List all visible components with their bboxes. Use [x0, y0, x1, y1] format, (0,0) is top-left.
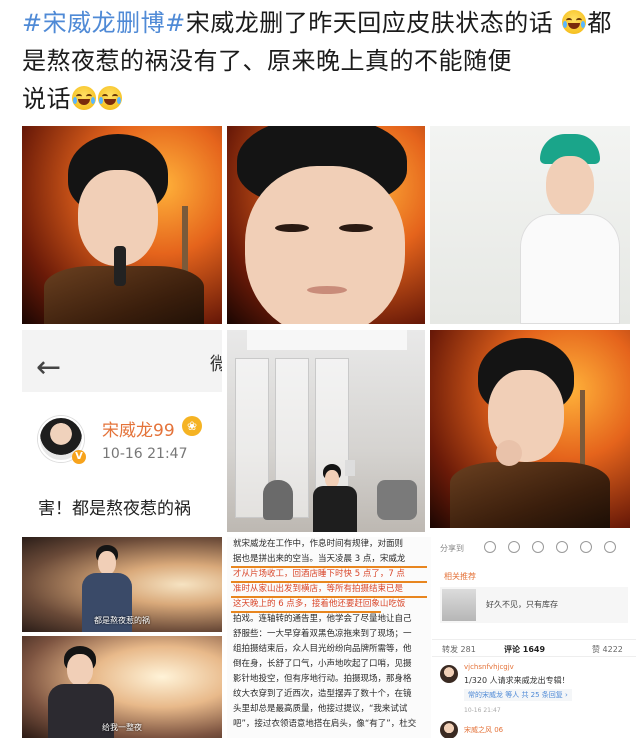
flower-badge-icon: ❀	[182, 416, 202, 436]
article-line: 拍戏。连轴转的通告里，他学会了尽量地让自己	[233, 614, 412, 624]
moments-icon[interactable]	[508, 541, 520, 553]
comment-username[interactable]: vjchsnfvhjcgjv	[464, 663, 514, 671]
article-line: 纹大衣穿到了近西次，造型摆弄了数十个，在镜	[233, 689, 412, 699]
tab-comments[interactable]: 评论 1649	[504, 644, 545, 655]
weibo-reply-panel: 分享到 相关推荐 好久不见，只有库存 转发 281 评论 1649 赞 4222…	[432, 533, 636, 738]
comment-replies-link[interactable]: 常的宋威龙 等人 共 25 条回复 ›	[464, 689, 572, 701]
laugh-cry-emoji-icon	[98, 86, 122, 110]
back-arrow-icon[interactable]: ←	[36, 350, 61, 385]
photo-concert-2[interactable]	[430, 330, 630, 528]
hashtag-link[interactable]: #宋威龙删博#	[22, 9, 186, 37]
photo-doctor[interactable]	[430, 126, 630, 324]
weibo-icon[interactable]	[532, 541, 544, 553]
article-line: 才从片场收工，回酒店睡下时快 5 点了，7 点	[233, 569, 405, 579]
avatar[interactable]	[440, 721, 458, 738]
photo-stage-1[interactable]: 都是熬夜惹的祸	[22, 537, 222, 632]
qq-icon[interactable]	[556, 541, 568, 553]
weibo-title: 微	[210, 354, 222, 375]
avatar[interactable]	[440, 665, 458, 683]
tab-likes[interactable]: 赞 4222	[592, 644, 623, 655]
laugh-cry-emoji-icon	[562, 10, 587, 34]
photo-closeup[interactable]	[227, 126, 425, 324]
post-text-line3: 说话	[22, 85, 71, 113]
article-line: 就宋威龙在工作中，作息时间有规律，对面则	[233, 539, 404, 549]
article-line: 组拍摄结束后，众人目光纷纷向品牌所需等，他	[233, 644, 412, 654]
comment-timestamp: 10-16 21:47	[464, 707, 501, 714]
weibo-post-body: 害！都是熬夜惹的祸	[38, 499, 191, 519]
article-screenshot: 就宋威龙在工作中，作息时间有规律，对面则 据也是拼出来的空当。当天凌晨 3 点，…	[227, 537, 431, 738]
article-line: 准时从家山出发到横店，等所有拍摄结束已是	[233, 584, 404, 594]
comment-tabs: 转发 281 评论 1649 赞 4222	[432, 639, 636, 657]
article-line: 舒服些：一大早穿着双黑色凉拖来到了现场；一	[233, 629, 412, 639]
recommend-thumbnail	[442, 589, 476, 621]
article-line: 据也是拼出来的空当。当天凌晨 3 点，宋威龙	[233, 554, 406, 564]
article-line: 倒在身，长舒了口气，小声地吹起了口哨，见摄	[233, 659, 412, 669]
article-line: 影针地投空，但有序地行动。拍摄现场，那身格	[233, 674, 412, 684]
comment-text: 1/320 人请求来威龙出专辑！	[464, 676, 570, 685]
wechat-icon[interactable]	[484, 541, 496, 553]
still-caption-2: 给我一整夜	[102, 723, 142, 732]
post-text-line1: 宋威龙删了昨天回应皮肤状态的话	[185, 9, 554, 37]
recommend-text: 好久不见，只有库存	[486, 600, 558, 609]
photo-room-selfie[interactable]	[227, 330, 425, 532]
article-line: 头里却总是最高质量，他接过提议，“我来试试	[233, 704, 408, 714]
comment-username[interactable]: 宋威之风 06	[464, 725, 503, 735]
post-text: #宋威龙删博#宋威龙删了昨天回应皮肤状态的话 都是熬夜惹的祸没有了、原来晚上真的…	[22, 4, 628, 118]
share-label: 分享到	[440, 544, 464, 553]
photo-concert-1[interactable]	[22, 126, 222, 324]
article-line: 吧”，接过衣领语意地搭在肩头，像“有了”，杜交	[233, 719, 417, 729]
weibo-screenshot: ← 微 V 宋威龙99 ❀ 10-16 21:47 害！都是熬夜惹的祸	[22, 330, 222, 532]
article-line: 这天晚上的 6 点多，接着他还要赶回象山吃饭	[233, 599, 406, 609]
weibo-timestamp: 10-16 21:47	[102, 446, 188, 462]
photo-stage-2[interactable]: 给我一整夜	[22, 636, 222, 738]
verified-icon: V	[72, 450, 86, 464]
recommend-label: 相关推荐	[444, 572, 476, 581]
tab-repost[interactable]: 转发 281	[442, 644, 476, 655]
laugh-cry-emoji-icon	[72, 86, 96, 110]
weibo-post-card: V 宋威龙99 ❀ 10-16 21:47 害！都是熬夜惹的祸	[22, 392, 222, 532]
recommend-card[interactable]: 好久不见，只有库存	[440, 587, 628, 623]
weibo-username[interactable]: 宋威龙99	[102, 416, 175, 441]
still-caption-1: 都是熬夜惹的祸	[94, 616, 150, 625]
more-icon[interactable]	[604, 541, 616, 553]
star-icon[interactable]	[580, 541, 592, 553]
